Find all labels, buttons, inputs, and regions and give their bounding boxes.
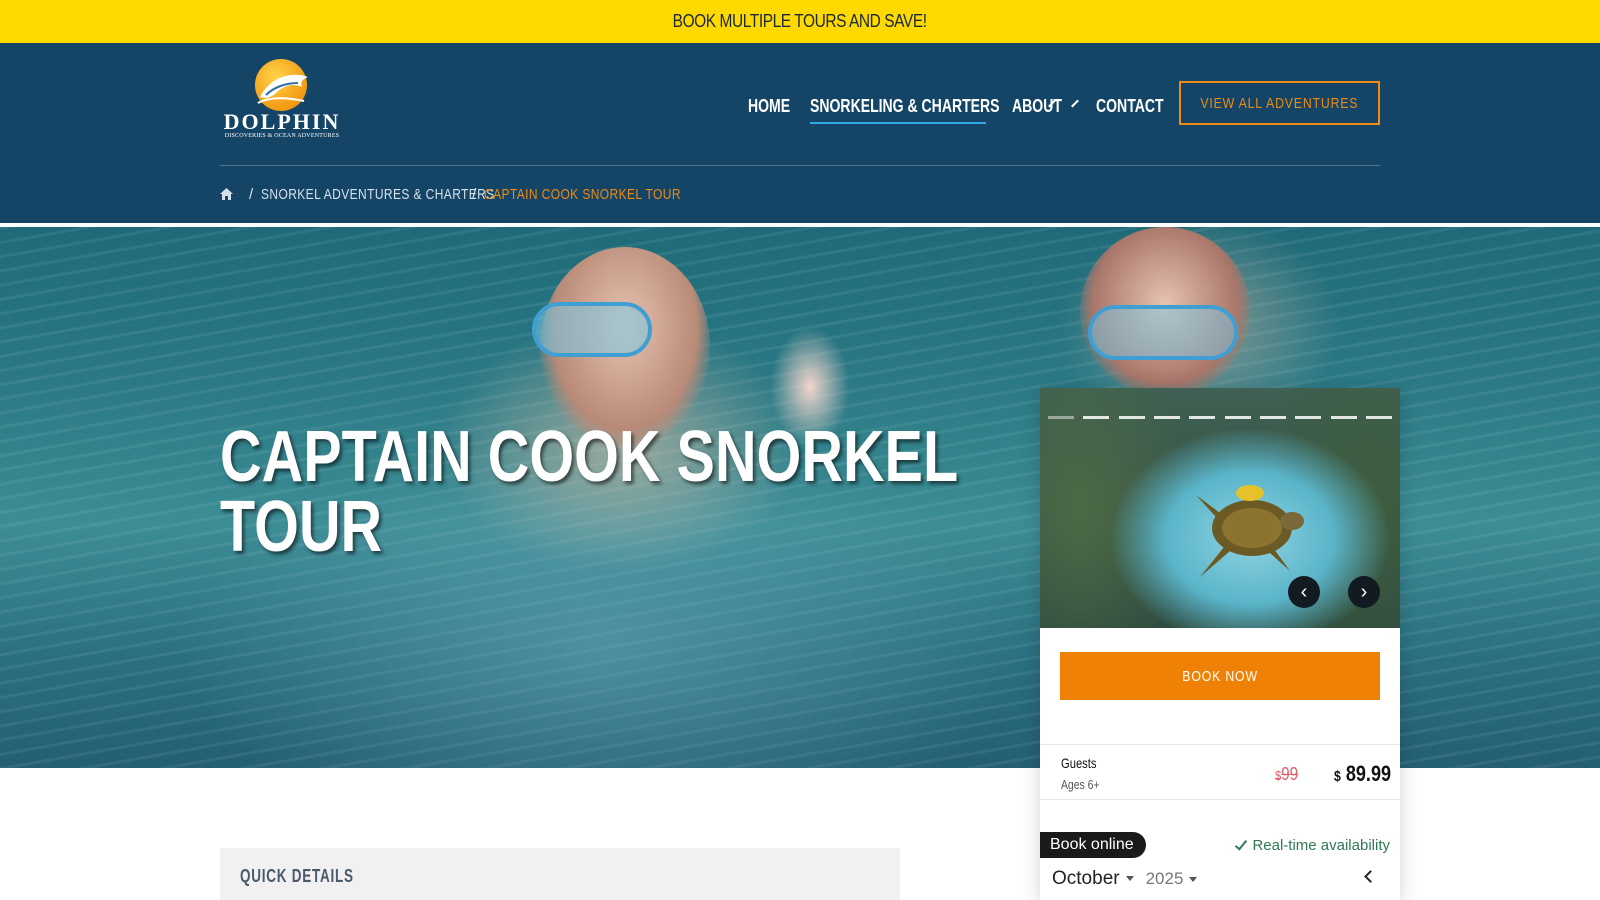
slider-next-button[interactable]: › [1348, 576, 1380, 608]
home-icon[interactable] [220, 188, 233, 200]
availability-label: Real-time availability [1252, 837, 1390, 854]
slider-dot[interactable] [1224, 416, 1251, 419]
nav-about-label: ABOUT [1012, 95, 1062, 116]
page-title: CAPTAIN COOK SNORKEL TOUR [220, 417, 1143, 567]
slider-dot[interactable] [1330, 416, 1357, 419]
guests-row: Guests Ages 6+ $99 $ 89.99 [1040, 744, 1400, 800]
snorkel-mask-right [1088, 305, 1238, 360]
caret-down-icon [1189, 877, 1198, 883]
sale-price-currency: $ [1334, 768, 1341, 785]
dolphin-icon [257, 74, 308, 104]
chevron-down-icon [1071, 99, 1079, 108]
dolphin-logo[interactable]: DOLPHIN DISCOVERIES & OCEAN ADVENTURES [220, 57, 344, 143]
breadcrumb: / SNORKEL ADVENTURES & CHARTERS / CAPTAI… [220, 185, 682, 203]
breadcrumb-snorkel-adventures[interactable]: SNORKEL ADVENTURES & CHARTERS [261, 186, 494, 203]
promo-banner[interactable]: BOOK MULTIPLE TOURS AND SAVE! [0, 0, 1600, 43]
view-all-adventures-button[interactable]: VIEW ALL ADVENTURES [1179, 81, 1380, 125]
slider-dot[interactable] [1083, 416, 1110, 419]
slider-dot[interactable] [1118, 416, 1145, 419]
original-price: $99 [1275, 764, 1298, 785]
nav-contact-label: CONTACT [1096, 95, 1164, 116]
header-divider [220, 165, 1380, 166]
page-title-line2: TOUR [220, 487, 383, 567]
page-title-line1: CAPTAIN COOK SNORKEL [220, 417, 959, 497]
sale-price: $ 89.99 [1334, 761, 1391, 787]
snorkel-mask-left [532, 302, 652, 357]
book-online-label: Book online [1050, 836, 1134, 853]
calendar-year-select[interactable]: 2025 [1146, 869, 1198, 889]
book-online-badge: Book online [1040, 832, 1146, 858]
brand-tagline: DISCOVERIES & OCEAN ADVENTURES [224, 133, 340, 139]
slider-dot[interactable] [1189, 416, 1216, 419]
breadcrumb-current: CAPTAIN COOK SNORKEL TOUR [484, 185, 682, 203]
nav-snorkeling-charters[interactable]: SNORKELING & CHARTERS [810, 91, 1056, 124]
slider-dot[interactable] [1259, 416, 1286, 419]
nav-contact[interactable]: CONTACT [1096, 91, 1164, 121]
guests-ages: Ages 6+ [1061, 777, 1100, 792]
booking-widget: ‹ › BOOK NOW Guests Ages 6+ $99 $ 89.99 … [1040, 388, 1400, 900]
tour-image-slider[interactable]: ‹ › [1040, 388, 1400, 628]
check-icon [1235, 836, 1248, 851]
slider-dot[interactable] [1365, 416, 1392, 419]
promo-text: BOOK MULTIPLE TOURS AND SAVE! [673, 11, 927, 31]
availability-indicator: Real-time availability [1235, 836, 1390, 854]
caret-down-icon [1125, 876, 1134, 882]
slider-dot[interactable] [1153, 416, 1180, 419]
calendar-year: 2025 [1145, 869, 1184, 888]
sea-turtle-image [1196, 485, 1304, 577]
slider-indicators [1048, 416, 1392, 419]
slider-dot[interactable] [1048, 416, 1074, 419]
sale-price-value: 89.99 [1345, 761, 1392, 786]
guests-label: Guests [1061, 755, 1097, 771]
slider-dot[interactable] [1295, 416, 1322, 419]
site-header: DOLPHIN DISCOVERIES & OCEAN ADVENTURES H… [0, 43, 1600, 223]
original-price-value: 99 [1281, 764, 1299, 784]
cta-label: VIEW ALL ADVENTURES [1200, 94, 1359, 112]
calendar-month: October [1052, 868, 1120, 889]
nav-about[interactable]: ABOUT [1012, 91, 1079, 121]
book-now-label: BOOK NOW [1182, 667, 1258, 685]
quick-details-title: QUICK DETAILS [240, 866, 354, 886]
brand-name: DOLPHIN [223, 109, 341, 134]
book-now-button[interactable]: BOOK NOW [1060, 652, 1380, 700]
quick-details-panel: QUICK DETAILS [220, 848, 900, 900]
nav-home-label: HOME [748, 95, 791, 116]
breadcrumb-separator: / [249, 185, 254, 203]
calendar-header: October 2025 [1052, 864, 1392, 894]
calendar-month-select[interactable]: October [1052, 868, 1134, 890]
slider-prev-button[interactable]: ‹ [1288, 576, 1320, 608]
main-nav: HOME SNORKELING & CHARTERS ABOUT CONTACT [748, 91, 1176, 124]
nav-home[interactable]: HOME [748, 91, 790, 121]
nav-snorkeling-label: SNORKELING & CHARTERS [810, 95, 1000, 116]
